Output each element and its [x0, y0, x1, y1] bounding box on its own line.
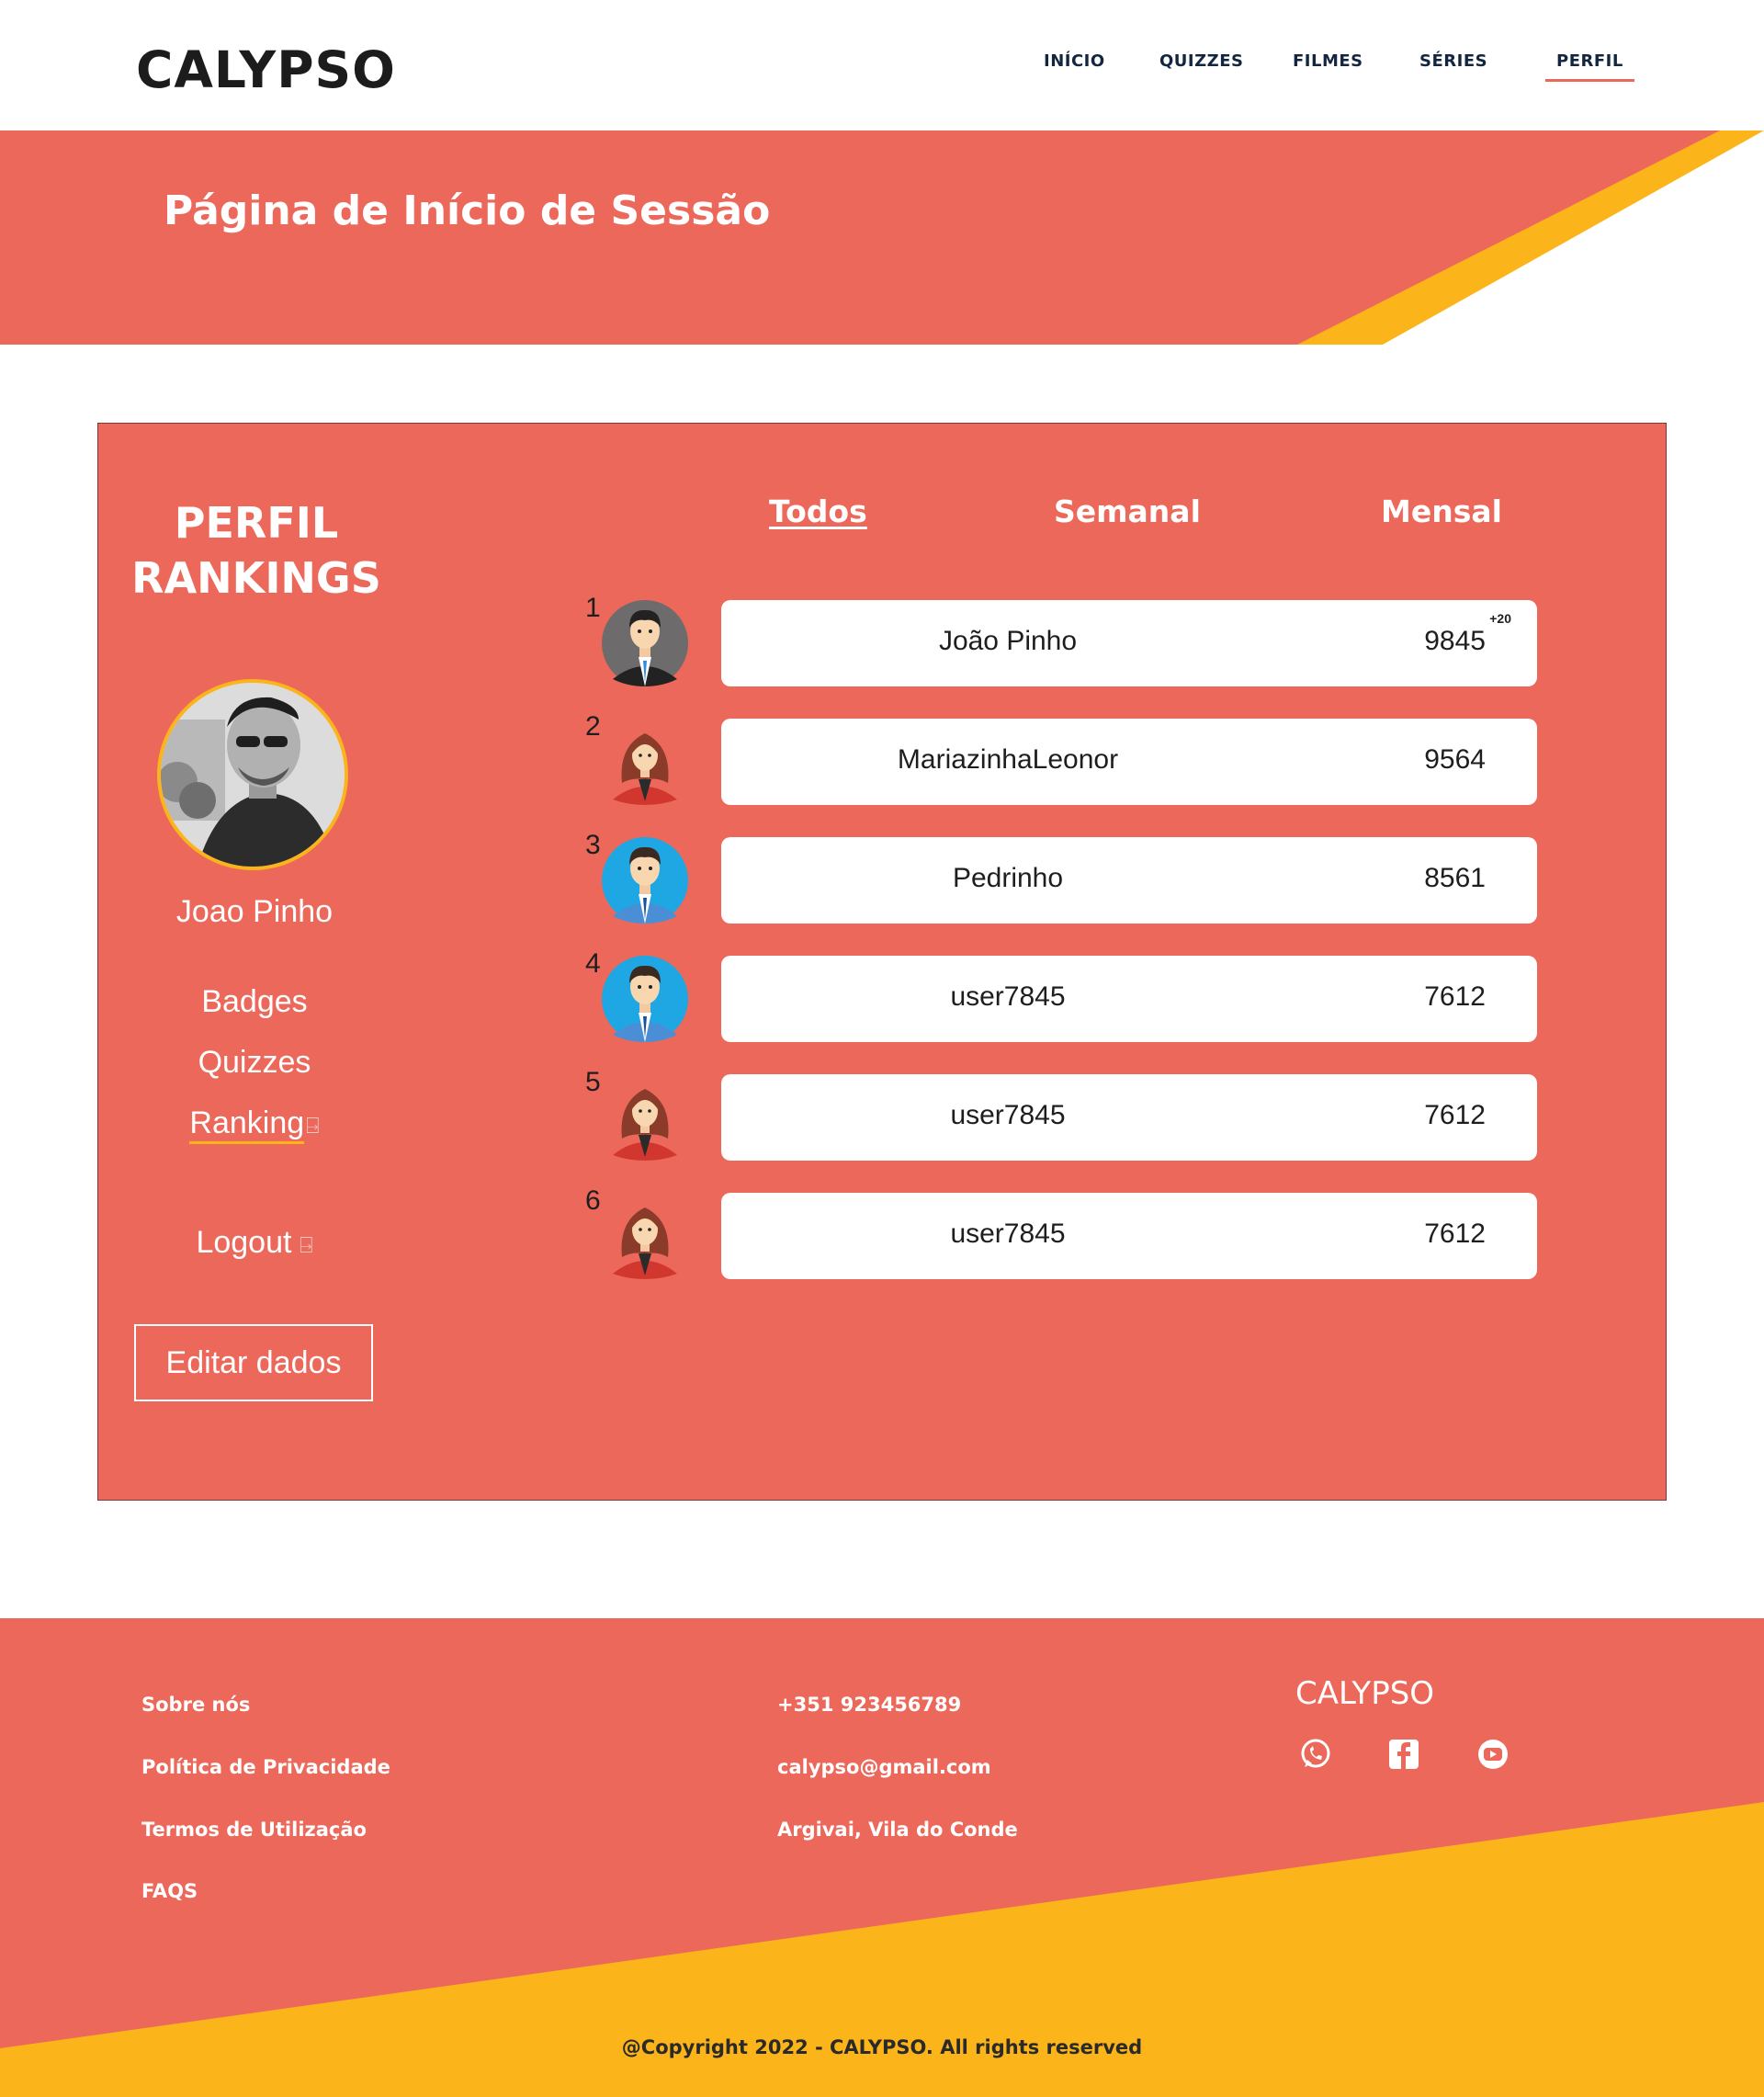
- logout-icon: ⍈: [293, 1233, 313, 1258]
- footer-address: Argivai, Vila do Conde: [777, 1819, 1018, 1841]
- card-title-line1: PERFIL: [174, 498, 339, 548]
- footer-brand: CALYPSO: [1295, 1675, 1435, 1712]
- rank-number: 3: [585, 830, 601, 860]
- exit-icon: ⍈: [306, 1114, 320, 1139]
- man-blue-icon: [602, 837, 688, 924]
- tab-mensal[interactable]: Mensal: [1381, 493, 1502, 529]
- ranking-card: João Pinho 9845 +20: [721, 600, 1537, 686]
- ranking-score: 9845: [1424, 626, 1486, 656]
- ranking-score: 9564: [1424, 744, 1486, 775]
- man-suit-icon: [602, 600, 688, 686]
- profile-rankings-card: PERFIL RANKINGS Joao Pinho Badges Quizze…: [97, 423, 1667, 1501]
- menu-badges-label: Badges: [201, 984, 308, 1019]
- copyright-text: @Copyright 2022 - CALYPSO. All rights re…: [621, 2036, 1143, 2058]
- rank-number: 5: [585, 1067, 601, 1097]
- footer-phone[interactable]: +351 923456789: [777, 1694, 961, 1716]
- menu-logout-label: Logout: [196, 1225, 292, 1260]
- page-title: Página de Início de Sessão: [164, 187, 771, 234]
- card-title-line2: RANKINGS: [131, 553, 381, 603]
- menu-ranking[interactable]: Ranking⍈: [117, 1105, 392, 1141]
- rank-number: 2: [585, 711, 601, 742]
- page-banner: Página de Início de Sessão: [0, 130, 1764, 345]
- nav-perfil[interactable]: PERFIL: [1545, 51, 1634, 82]
- ranking-username: Pedrinho: [952, 863, 1064, 893]
- nav-filmes[interactable]: FILMES: [1293, 51, 1363, 71]
- top-header: CALYPSO INÍCIO QUIZZES FILMES SÉRIES PER…: [0, 0, 1764, 130]
- ranking-row[interactable]: 4 user7845 7612: [585, 948, 1577, 1044]
- profile-photo: [161, 683, 345, 867]
- whatsapp-icon[interactable]: [1297, 1736, 1334, 1773]
- score-change-badge: +20: [1489, 611, 1511, 626]
- footer-about-link[interactable]: Sobre nós: [141, 1694, 250, 1716]
- footer-background: [0, 1618, 1764, 2097]
- rank-number: 6: [585, 1185, 601, 1216]
- main-nav: INÍCIO QUIZZES FILMES SÉRIES PERFIL: [0, 51, 1764, 88]
- nav-quizzes[interactable]: QUIZZES: [1159, 51, 1243, 71]
- woman-icon: [602, 1193, 688, 1279]
- nav-series[interactable]: SÉRIES: [1419, 51, 1487, 71]
- rank-number: 4: [585, 948, 601, 979]
- ranking-card: Pedrinho 8561: [721, 837, 1537, 924]
- ranking-card: user7845 7612: [721, 1193, 1537, 1279]
- woman-icon: [602, 1074, 688, 1161]
- footer-terms-link[interactable]: Termos de Utilização: [141, 1819, 367, 1841]
- ranking-username: user7845: [950, 981, 1066, 1012]
- ranking-card: MariazinhaLeonor 9564: [721, 719, 1537, 805]
- ranking-row[interactable]: 1 João Pinho 9845 +20: [585, 593, 1577, 688]
- woman-icon: [602, 719, 688, 805]
- site-footer: Sobre nós Política de Privacidade Termos…: [0, 1618, 1764, 2097]
- card-title: PERFIL RANKINGS: [131, 495, 381, 606]
- profile-username: Joao Pinho: [175, 894, 334, 929]
- menu-ranking-label: Ranking: [189, 1105, 305, 1140]
- ranking-username: João Pinho: [938, 626, 1078, 656]
- ranking-row[interactable]: 2 MariazinhaLeonor 9564: [585, 711, 1577, 807]
- menu-quizzes-label: Quizzes: [198, 1045, 311, 1080]
- tab-semanal[interactable]: Semanal: [1054, 493, 1201, 529]
- menu-logout[interactable]: Logout ⍈: [117, 1225, 392, 1261]
- profile-avatar[interactable]: [157, 679, 348, 870]
- ranking-row[interactable]: 5 user7845 7612: [585, 1067, 1577, 1162]
- facebook-icon[interactable]: [1385, 1736, 1422, 1773]
- ranking-score: 7612: [1424, 1219, 1486, 1249]
- ranking-row[interactable]: 6 user7845 7612: [585, 1185, 1577, 1281]
- man-blue-icon: [602, 956, 688, 1042]
- ranking-score: 7612: [1424, 1100, 1486, 1130]
- ranking-score: 7612: [1424, 981, 1486, 1012]
- ranking-username: user7845: [950, 1219, 1066, 1249]
- ranking-card: user7845 7612: [721, 956, 1537, 1042]
- menu-quizzes[interactable]: Quizzes: [117, 1045, 392, 1081]
- footer-faqs-link[interactable]: FAQS: [141, 1880, 198, 1902]
- footer-email[interactable]: calypso@gmail.com: [777, 1756, 991, 1778]
- youtube-icon[interactable]: [1475, 1736, 1511, 1773]
- menu-badges[interactable]: Badges: [117, 984, 392, 1020]
- banner-background: [0, 130, 1764, 345]
- footer-privacy-link[interactable]: Política de Privacidade: [141, 1756, 390, 1778]
- ranking-username: MariazinhaLeonor: [897, 744, 1119, 775]
- ranking-card: user7845 7612: [721, 1074, 1537, 1161]
- tab-todos[interactable]: Todos: [769, 493, 867, 529]
- ranking-score: 8561: [1424, 863, 1486, 893]
- ranking-row[interactable]: 3 Pedrinho 8561: [585, 830, 1577, 925]
- rank-number: 1: [585, 593, 601, 623]
- ranking-username: user7845: [950, 1100, 1066, 1130]
- nav-inicio[interactable]: INÍCIO: [1044, 51, 1105, 71]
- edit-profile-button[interactable]: Editar dados: [134, 1324, 373, 1401]
